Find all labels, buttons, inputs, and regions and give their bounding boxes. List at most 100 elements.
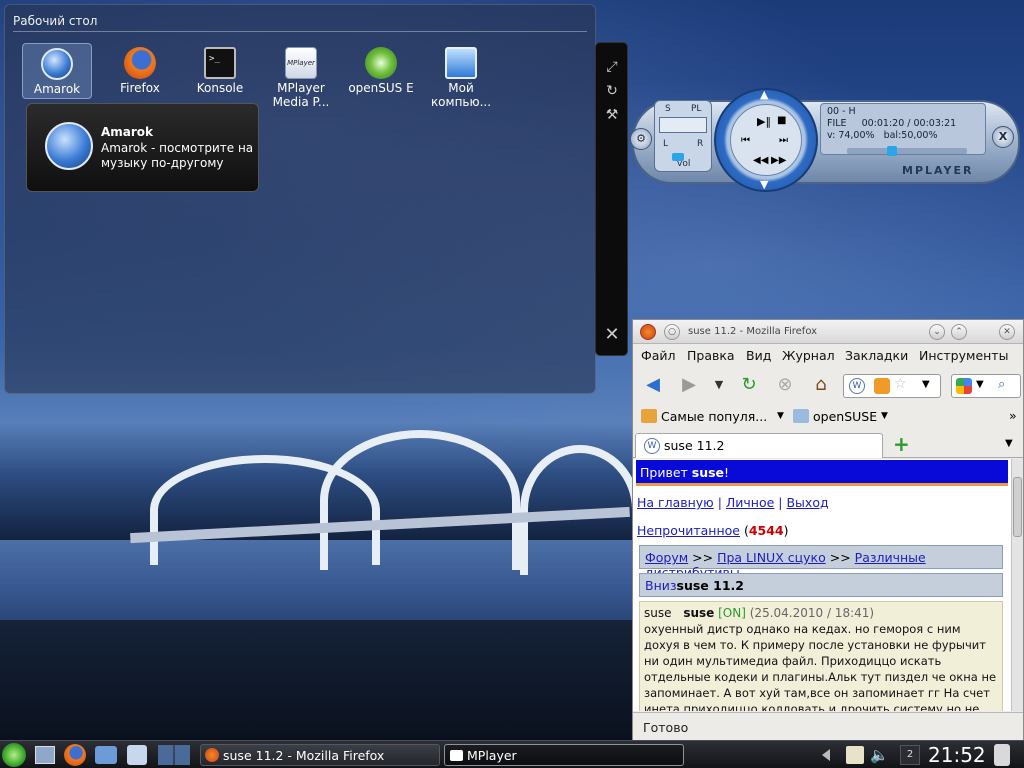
greeting-text: Привет <box>640 465 692 480</box>
menu-history[interactable]: Журнал <box>782 348 835 363</box>
home-button[interactable]: ⌂ <box>809 374 833 398</box>
desktop-icon-firefox[interactable]: Firefox <box>105 43 175 95</box>
bookmarks-overflow-icon[interactable]: » <box>1009 408 1017 423</box>
playlist-label[interactable]: PL <box>691 104 701 114</box>
tab-suse[interactable]: W suse 11.2 <box>635 433 883 458</box>
menu-edit[interactable]: Правка <box>687 348 735 363</box>
menu-bookmarks[interactable]: Закладки <box>845 348 908 363</box>
search-bar[interactable]: ▼ ⌕ <box>951 374 1021 398</box>
resize-icon[interactable]: ⤢ <box>604 59 620 75</box>
folder-view-title: Рабочий стол <box>13 14 98 28</box>
next-icon[interactable]: ⏭ <box>779 135 788 146</box>
scrollbar-thumb[interactable] <box>1013 477 1022 537</box>
link-logout[interactable]: Выход <box>786 495 828 510</box>
shuffle-label[interactable]: S <box>665 104 671 114</box>
desktop-icon-opensuse[interactable]: openSUS E <box>346 43 416 95</box>
eq-buttons[interactable] <box>659 117 707 133</box>
desktop-icon-amarok[interactable]: Amarok <box>22 43 92 99</box>
bookmark-opensuse[interactable]: openSUSE <box>813 409 877 424</box>
firefox-icon[interactable] <box>64 744 86 766</box>
chevron-down-icon[interactable]: ▼ <box>922 379 930 390</box>
menu-view[interactable]: Вид <box>746 348 771 363</box>
desktop-icon-label: Amarok <box>33 82 81 96</box>
forward-button[interactable]: ▶ <box>677 374 701 398</box>
desktop-icon-my-computer[interactable]: Мой компью... <box>426 43 496 109</box>
task-firefox[interactable]: suse 11.2 - Mozilla Firefox <box>200 744 440 766</box>
menu-file[interactable]: Файл <box>641 348 676 363</box>
maximize-button[interactable]: ⌃ <box>951 324 967 340</box>
window-close-button[interactable]: ✕ <box>999 324 1015 340</box>
post-author-left: suse <box>644 606 672 620</box>
link-home[interactable]: На главную <box>637 495 714 510</box>
pager-icon[interactable] <box>158 745 190 765</box>
link-unread[interactable]: Непрочитанное <box>637 523 740 538</box>
desktop-icon-mplayer[interactable]: MPlayer MPlayer Media P... <box>266 43 336 109</box>
chevron-down-icon[interactable]: ▼ <box>760 178 768 191</box>
desktop-icon-konsole[interactable]: >_ Konsole <box>185 43 255 95</box>
bookmark-most-visited[interactable]: Самые популя... <box>661 409 767 424</box>
crumb-linux[interactable]: Пра LINUX сцуко <box>717 550 826 565</box>
tray-expand-icon[interactable] <box>822 749 830 761</box>
google-icon[interactable] <box>956 378 972 394</box>
history-dropdown-icon[interactable]: ▼ <box>707 374 731 398</box>
settings-icon[interactable]: ⚙ <box>630 128 652 150</box>
kickoff-menu-icon[interactable] <box>2 743 26 767</box>
crumb-forum[interactable]: Форум <box>645 550 688 565</box>
file-manager-icon[interactable] <box>95 746 117 764</box>
post-author[interactable]: suse <box>683 606 714 620</box>
mplayer-inner-wheel: ▶‖ ■ ⏮ ⏭ ◀◀ ▶▶ <box>730 104 802 176</box>
seek-bar[interactable] <box>847 146 967 156</box>
rss-icon[interactable] <box>874 378 890 394</box>
firefox-icon <box>205 748 219 762</box>
desktop-icon-label: Konsole <box>196 81 244 95</box>
notifications-icon[interactable] <box>994 744 1010 766</box>
play-pause-icon[interactable]: ▶‖ <box>757 115 771 128</box>
search-icon[interactable]: ⌕ <box>998 377 1005 392</box>
computer-icon <box>445 47 477 79</box>
post-status: [ON] <box>718 606 746 620</box>
track-name: 00 - H <box>827 106 856 117</box>
back-button[interactable]: ◀ <box>641 374 665 398</box>
window-menu-icon[interactable]: ○ <box>664 324 680 340</box>
menu-tools[interactable]: Инструменты <box>919 348 1008 363</box>
previous-icon[interactable]: ⏮ <box>741 135 750 146</box>
new-tab-button[interactable]: + <box>893 432 910 456</box>
stop-button[interactable]: ⊗ <box>773 374 797 398</box>
url-bar[interactable]: W ☆ ▼ <box>843 374 941 398</box>
task-label: suse 11.2 - Mozilla Firefox <box>223 748 385 763</box>
firefox-app-icon[interactable] <box>640 324 656 340</box>
chevron-up-icon[interactable]: ▲ <box>760 88 768 101</box>
amarok-tooltip: Amarok Amarok - посмотрите на музыку по-… <box>26 103 259 192</box>
volume-icon[interactable]: 🔈 <box>870 746 889 764</box>
minimize-button[interactable]: ⌄ <box>929 324 945 340</box>
show-desktop-icon[interactable] <box>35 746 55 764</box>
vertical-scrollbar[interactable] <box>1011 459 1023 711</box>
status-bar: Готово <box>633 712 1023 740</box>
stop-icon[interactable]: ■ <box>777 115 786 126</box>
chevron-down-icon[interactable]: ▼ <box>976 379 984 390</box>
star-icon[interactable]: ☆ <box>894 376 907 392</box>
forward-icon[interactable]: ▶▶ <box>771 155 786 166</box>
network-icon[interactable] <box>127 745 147 765</box>
desktop-icon-label: openSUS E <box>348 81 414 95</box>
clock[interactable]: 21:52 <box>928 743 986 767</box>
tooltip-title: Amarok <box>101 125 154 139</box>
desktop-icon-label: MPlayer Media P... <box>272 81 330 109</box>
rotate-icon[interactable]: ↻ <box>604 83 620 99</box>
seek-handle[interactable] <box>887 146 897 156</box>
reload-button[interactable]: ↻ <box>737 374 761 398</box>
link-personal[interactable]: Личное <box>726 495 774 510</box>
desktop-number[interactable]: 2 <box>900 745 920 765</box>
close-icon[interactable]: ✕ <box>604 326 620 344</box>
mplayer-control-wheel: ▶‖ ■ ⏮ ⏭ ◀◀ ▶▶ ▲ ▼ <box>714 88 818 192</box>
greeting-bar: Привет suse! <box>636 460 1008 486</box>
mplayer-close-button[interactable]: X <box>992 126 1014 148</box>
folder-icon <box>641 409 657 423</box>
task-label: MPlayer <box>467 748 517 763</box>
rewind-icon[interactable]: ◀◀ <box>753 155 768 166</box>
link-down[interactable]: Вниз <box>645 578 677 593</box>
clipboard-icon[interactable] <box>846 746 864 764</box>
task-mplayer[interactable]: MPlayer <box>444 744 684 766</box>
tab-list-dropdown[interactable]: ▼ <box>1005 438 1013 449</box>
wrench-icon[interactable]: ⚒ <box>604 107 620 123</box>
